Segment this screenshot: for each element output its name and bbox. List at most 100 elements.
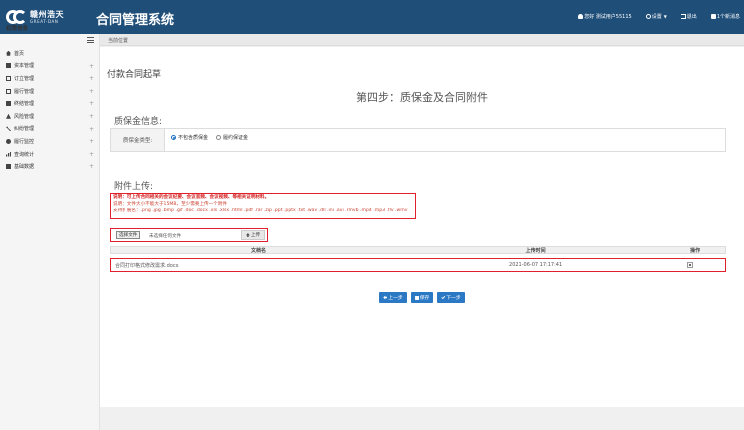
home-icon xyxy=(6,50,11,56)
expand-icon: + xyxy=(88,138,94,146)
top-right-menu: 您好 测试用户55115 设置 ▼ 退出 1个新消息 xyxy=(564,13,740,20)
file-upload-control: 选择文件 未选择任何文件 上传 xyxy=(110,228,268,242)
calendar-icon xyxy=(6,88,11,94)
caret-down-icon: ▼ xyxy=(663,14,667,19)
attachment-section-title: 附件上传: xyxy=(114,182,154,192)
deposit-type-label: 质保金类型: xyxy=(111,129,165,151)
button-label: 保存 xyxy=(419,296,430,301)
note-line: 说明：文件大小不能大于15MB，至少需要上传一个附件 xyxy=(113,201,228,207)
upload-time: 2021-06-07 17:17:41 xyxy=(509,262,563,268)
sidebar-item-label: 基础数据 xyxy=(14,164,35,171)
chart-icon xyxy=(6,151,11,157)
user-text: 您好 测试用户55115 xyxy=(584,14,632,20)
column-header-action: 操作 xyxy=(690,247,701,254)
button-label: 下一步 xyxy=(446,296,461,301)
check-icon xyxy=(441,295,446,300)
logo-name: 赣州浩天 xyxy=(30,9,64,19)
expand-icon: + xyxy=(88,163,94,171)
logo-subtitle: GREAT-DAN xyxy=(30,18,59,24)
messages-link[interactable]: 1个新消息 xyxy=(710,13,740,20)
table-header: 文档名 上传时间 操作 xyxy=(110,246,726,254)
user-menu[interactable]: 您好 测试用户55115 xyxy=(578,13,632,20)
sidebar-item-label: 风险管理 xyxy=(14,113,35,120)
sidebar-item-dispute[interactable]: 纠纷管理 + xyxy=(0,123,100,136)
expand-icon: + xyxy=(88,125,94,133)
expand-icon: + xyxy=(88,100,94,108)
prev-step-button[interactable]: 上一步 xyxy=(379,292,407,303)
radio-selected[interactable] xyxy=(171,135,176,140)
camera-icon xyxy=(6,101,11,107)
edit-icon xyxy=(6,75,11,81)
footer-area xyxy=(100,407,744,430)
column-header-name: 文档名 xyxy=(251,247,267,254)
step-title: 第四步：质保金及合同附件 xyxy=(356,91,488,104)
attachment-table: 文档名 上传时间 操作 合同打印格式修改需求.docx 2021-06-07 1… xyxy=(110,246,726,272)
settings-menu[interactable]: 设置 ▼ xyxy=(645,13,667,20)
choose-file-button[interactable]: 选择文件 xyxy=(116,231,141,239)
radio-label: 履约保证金 xyxy=(223,135,249,141)
menu-toggle-icon[interactable] xyxy=(87,37,94,43)
document-icon xyxy=(6,63,11,69)
settings-label: 设置 xyxy=(651,14,662,20)
breadcrumb-bar: 当前位置 xyxy=(87,34,744,46)
sidebar-item-basedata[interactable]: 基础数据 + xyxy=(0,160,100,173)
step-buttons: 上一步 保存 下一步 xyxy=(100,292,744,303)
sidebar-item-monitoring[interactable]: 履行监控 + xyxy=(0,135,100,148)
sidebar-item-termination[interactable]: 终结管理 + xyxy=(0,97,100,110)
sidebar-item-label: 首页 xyxy=(14,50,25,57)
top-bar: 赣州浩天 GREAT-DAN 合同管理系统 您好 测试用户55115 设置 ▼ … xyxy=(0,0,744,34)
sidebar-item-label: 终结管理 xyxy=(14,101,35,108)
deposit-type-options: 不包含质保金 履约保证金 xyxy=(171,134,256,141)
sidebar-item-capital[interactable]: 资本管理 + xyxy=(0,60,100,73)
delete-icon[interactable] xyxy=(687,262,694,268)
gear-icon xyxy=(645,14,651,19)
sidebar-menu: 首页 资本管理 + 订立管理 + 履行管理 + 终结管理 + 风险管理 + 纠纷… xyxy=(0,47,100,173)
arrow-left-icon xyxy=(383,295,388,300)
note-line: 说明：可上传合同相关的会议纪要、会议音频、会议视频、等相关证明材料。 xyxy=(113,195,270,200)
action-cell xyxy=(665,259,725,271)
sidebar-item-label: 纠纷管理 xyxy=(14,126,35,133)
deposit-panel: 质保金类型: 不包含质保金 履约保证金 xyxy=(110,128,726,152)
file-name-link[interactable]: 合同打印格式修改需求.docx xyxy=(111,259,406,271)
page-title: 付款合同起草 xyxy=(107,70,162,80)
next-step-button[interactable]: 下一步 xyxy=(437,292,465,303)
sidebar-item-label: 履行管理 xyxy=(14,88,35,95)
sidebar-item-label: 查询统计 xyxy=(14,151,35,158)
logout-link[interactable]: 退出 xyxy=(680,13,697,20)
sidebar-item-home[interactable]: 首页 xyxy=(0,47,100,60)
table-row: 合同打印格式修改需求.docx 2021-06-07 17:17:41 xyxy=(110,258,726,272)
button-label: 上一步 xyxy=(388,296,403,301)
sidebar-title: 权限信息 xyxy=(6,26,29,32)
upload-button[interactable]: 上传 xyxy=(241,230,265,240)
sidebar-item-performance[interactable]: 履行管理 + xyxy=(0,85,100,98)
deposit-option-performance-bond[interactable]: 履约保证金 xyxy=(216,134,248,141)
sidebar-item-statistics[interactable]: 查询统计 + xyxy=(0,148,100,161)
upload-icon xyxy=(245,233,250,237)
warning-icon xyxy=(6,113,11,119)
deposit-section-title: 质保金信息: xyxy=(114,117,163,127)
messages-label: 1个新消息 xyxy=(716,14,740,20)
user-icon xyxy=(578,14,584,19)
radio-unselected[interactable] xyxy=(216,135,222,140)
column-header-time: 上传时间 xyxy=(525,247,546,254)
breadcrumb: 当前位置 xyxy=(108,38,129,44)
save-icon xyxy=(414,295,419,300)
sidebar-item-label: 资本管理 xyxy=(14,63,35,70)
deposit-option-none[interactable]: 不包含质保金 xyxy=(171,134,208,141)
app-title: 合同管理系统 xyxy=(96,13,175,28)
wrench-icon xyxy=(6,126,11,132)
expand-icon: + xyxy=(88,62,94,70)
sidebar-item-label: 订立管理 xyxy=(14,75,35,82)
message-icon xyxy=(710,14,716,19)
logout-label: 退出 xyxy=(686,14,697,20)
database-icon xyxy=(6,164,11,170)
expand-icon: + xyxy=(88,87,94,95)
expand-icon: + xyxy=(88,75,94,83)
sidebar-item-risk[interactable]: 风险管理 + xyxy=(0,110,100,123)
expand-icon: + xyxy=(88,150,94,158)
sidebar-item-contracting[interactable]: 订立管理 + xyxy=(0,72,100,85)
logo-mark-icon xyxy=(6,10,27,24)
radio-label: 不包含质保金 xyxy=(178,135,209,141)
save-button[interactable]: 保存 xyxy=(410,292,434,303)
upload-label: 上传 xyxy=(250,233,261,238)
